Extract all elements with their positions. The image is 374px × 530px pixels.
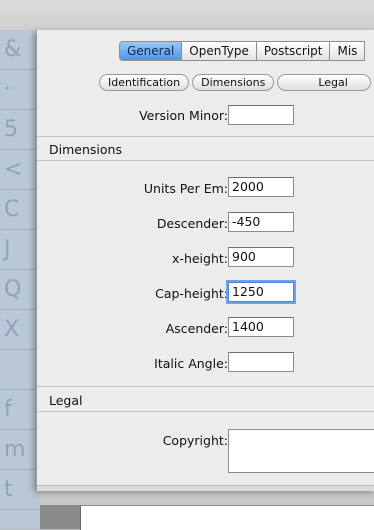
divider xyxy=(37,411,374,412)
glyph-cell[interactable]: · xyxy=(0,70,40,110)
subtab-legal[interactable]: Legal xyxy=(277,74,370,91)
dimensions-header: Dimensions xyxy=(37,142,374,157)
glyph-cell[interactable] xyxy=(0,350,40,390)
italic-angle-field[interactable] xyxy=(228,352,294,372)
italic-angle-label: Italic Angle: xyxy=(154,356,228,371)
ascender-label: Ascender: xyxy=(166,321,228,336)
copyright-textarea[interactable] xyxy=(228,429,374,473)
units-per-em-label: Units Per Em: xyxy=(144,181,228,196)
divider xyxy=(37,160,374,161)
cap-height-label: Cap-height: xyxy=(155,286,228,301)
window-toolbar xyxy=(0,0,374,31)
panel-footer xyxy=(37,485,374,491)
subtab-dimensions[interactable]: Dimensions xyxy=(192,74,274,91)
subtab-bar: Identification Dimensions Legal xyxy=(99,74,374,91)
editor-ruler xyxy=(40,505,80,529)
glyph-cell[interactable]: t xyxy=(0,470,40,510)
ascender-field[interactable]: 1400 xyxy=(228,317,294,337)
subtab-identification[interactable]: Identification xyxy=(99,74,189,91)
font-info-panel: General OpenType Postscript Mis Identifi… xyxy=(36,30,374,490)
glyph-cell[interactable]: f xyxy=(0,390,40,430)
divider xyxy=(37,136,374,137)
tab-postscript[interactable]: Postscript xyxy=(257,41,331,61)
tab-general[interactable]: General xyxy=(119,41,182,61)
glyph-cell[interactable]: Q xyxy=(0,270,40,310)
main-tab-bar: General OpenType Postscript Mis xyxy=(119,41,365,61)
version-minor-label: Version Minor: xyxy=(139,108,228,123)
x-height-label: x-height: xyxy=(172,251,228,266)
cap-height-field[interactable]: 1250 xyxy=(228,282,294,302)
legal-header: Legal xyxy=(37,393,374,408)
x-height-field[interactable]: 900 xyxy=(228,247,294,267)
tab-opentype[interactable]: OpenType xyxy=(182,41,257,61)
glyph-cell[interactable]: X xyxy=(0,310,40,350)
copyright-label: Copyright: xyxy=(163,433,228,448)
glyph-cell[interactable]: & xyxy=(0,30,40,70)
divider xyxy=(37,386,374,387)
version-minor-field[interactable] xyxy=(228,105,294,125)
glyph-cell[interactable]: m xyxy=(0,430,40,470)
descender-field[interactable]: -450 xyxy=(228,212,294,232)
glyph-cell[interactable]: 5 xyxy=(0,110,40,150)
glyph-cell[interactable]: < xyxy=(0,150,40,190)
glyph-cell[interactable]: C xyxy=(0,190,40,230)
tab-misc[interactable]: Mis xyxy=(330,41,365,61)
glyph-strip: & · 5 < C J Q X f m t xyxy=(0,30,40,529)
glyph-cell[interactable]: J xyxy=(0,230,40,270)
descender-label: Descender: xyxy=(157,216,228,231)
units-per-em-field[interactable]: 2000 xyxy=(228,177,294,197)
editor-canvas[interactable] xyxy=(80,505,374,530)
